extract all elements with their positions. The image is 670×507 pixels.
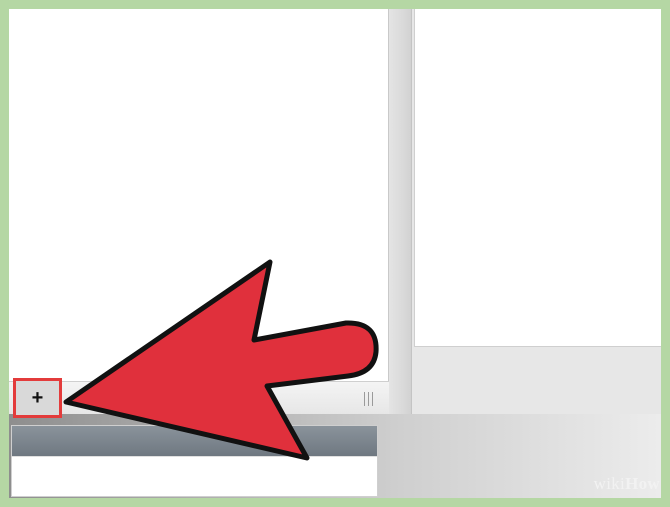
pane-divider[interactable] <box>389 9 412 414</box>
add-button[interactable]: + <box>13 378 62 418</box>
bottom-toolbar <box>9 381 389 415</box>
lower-panel-row <box>12 456 377 457</box>
wikihow-watermark: wikiHow <box>593 474 660 493</box>
left-pane <box>9 9 389 381</box>
resize-handle[interactable] <box>364 392 378 406</box>
plus-icon: + <box>31 386 44 409</box>
app-window <box>9 9 661 498</box>
image-frame: + wikiHow <box>0 0 670 507</box>
right-panel <box>414 9 661 347</box>
lower-panel-header <box>12 426 377 456</box>
lower-panel <box>11 425 378 497</box>
